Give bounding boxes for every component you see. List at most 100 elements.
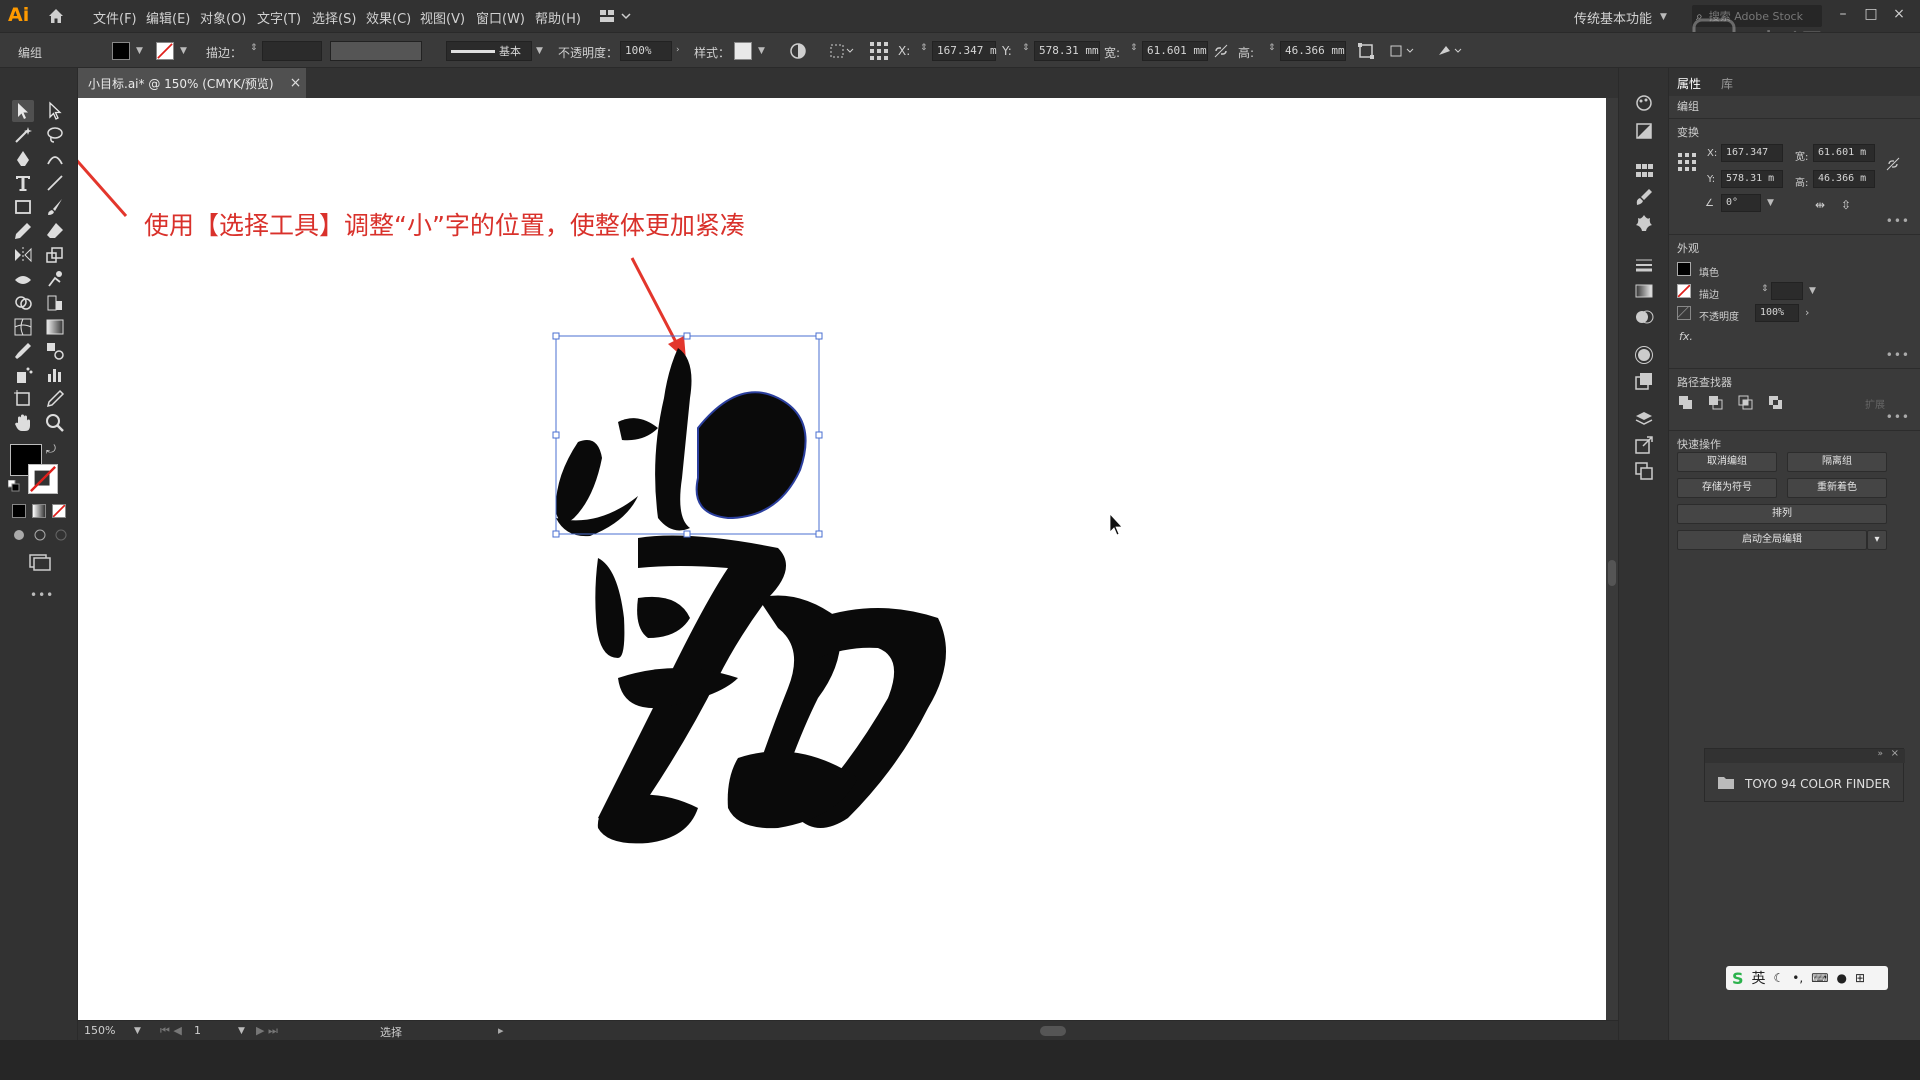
color-panel-icon[interactable] <box>1633 92 1655 114</box>
toolbox-icon[interactable]: ⊞ <box>1855 971 1865 985</box>
transform-icon[interactable] <box>1356 41 1376 61</box>
stroke-swatch[interactable] <box>156 42 174 60</box>
keyboard-icon[interactable]: ⌨ <box>1811 971 1828 985</box>
reflect-tool-icon[interactable] <box>12 244 34 266</box>
none-mode-icon[interactable] <box>52 504 66 518</box>
line-segment-tool-icon[interactable] <box>44 172 66 194</box>
close-tab-icon[interactable]: × <box>290 75 302 91</box>
puppet-warp-tool-icon[interactable] <box>44 268 66 290</box>
flip-vertical-icon[interactable]: ⇳ <box>1841 198 1851 212</box>
close-panel-icon[interactable]: × <box>1891 748 1899 759</box>
calligraphy-character-xiao[interactable] <box>555 348 807 537</box>
rotate-angle-field[interactable]: 0° <box>1721 194 1761 212</box>
more-options-icon[interactable]: ••• <box>1886 410 1910 424</box>
pen-tool-icon[interactable] <box>12 148 34 170</box>
symbol-sprayer-tool-icon[interactable] <box>12 364 34 386</box>
y-input[interactable]: 578.31 mm <box>1034 41 1100 61</box>
stroke-color-swatch[interactable] <box>28 464 58 494</box>
punctuation-icon[interactable]: •, <box>1792 971 1803 985</box>
recolor-button[interactable]: 重新着色 <box>1787 478 1887 498</box>
workspace-switcher[interactable]: 传统基本功能 <box>1574 8 1652 27</box>
constrain-proportions-icon[interactable] <box>1212 42 1230 60</box>
toyo-color-finder-panel[interactable]: » × TOYO 94 COLOR FINDER <box>1704 748 1905 802</box>
selection-tool-icon[interactable] <box>12 100 34 122</box>
stepper-icon[interactable]: ⇕ <box>250 43 258 53</box>
default-fill-stroke-icon[interactable] <box>7 479 20 492</box>
zoom-tool-icon[interactable] <box>44 412 66 434</box>
stepper-icon[interactable]: ⇕ <box>1761 284 1769 294</box>
shape-builder-tool-icon[interactable] <box>12 292 34 314</box>
height-field[interactable]: 46.366 m <box>1813 170 1875 188</box>
transparency-panel-icon[interactable] <box>1633 306 1655 328</box>
chevron-down-icon[interactable]: ▼ <box>1809 286 1816 296</box>
stepper-icon[interactable]: ⇕ <box>920 43 928 53</box>
menu-window[interactable]: 窗口(W) <box>476 8 525 27</box>
gradient-panel-icon[interactable] <box>1633 280 1655 302</box>
width-tool-icon[interactable] <box>12 268 34 290</box>
scale-tool-icon[interactable] <box>44 244 66 266</box>
user-icon[interactable]: ● <box>1837 971 1847 985</box>
home-icon[interactable] <box>46 6 66 26</box>
more-options-icon[interactable]: ••• <box>1886 348 1910 362</box>
vertical-scrollbar[interactable] <box>1606 98 1618 1020</box>
constrain-proportions-icon[interactable] <box>1885 156 1901 172</box>
stroke-panel-icon[interactable] <box>1633 254 1655 276</box>
chevron-down-icon[interactable]: ▼ <box>536 46 543 56</box>
more-options-icon[interactable]: ••• <box>1886 214 1910 228</box>
width-field[interactable]: 61.601 m <box>1813 144 1875 162</box>
stroke-swatch[interactable] <box>1677 284 1691 298</box>
chevron-down-icon[interactable]: ▼ <box>136 46 143 56</box>
stepper-icon[interactable]: ⇕ <box>1130 43 1138 53</box>
isolate-group-icon[interactable] <box>1388 41 1418 61</box>
vertical-scrollbar-thumb[interactable] <box>1608 560 1616 586</box>
gradient-tool-icon[interactable] <box>44 316 66 338</box>
arrange-documents-icon[interactable] <box>598 7 638 25</box>
ungroup-button[interactable]: 取消编组 <box>1677 452 1777 472</box>
color-mode-icon[interactable] <box>12 504 26 518</box>
eraser-tool-icon[interactable] <box>44 220 66 242</box>
mesh-tool-icon[interactable] <box>12 316 34 338</box>
chevron-right-icon[interactable]: › <box>1805 306 1809 319</box>
tab-library[interactable]: 库 <box>1721 75 1733 92</box>
chevron-down-icon[interactable]: ▼ <box>1767 198 1774 208</box>
menu-object[interactable]: 对象(O) <box>200 8 246 27</box>
lasso-tool-icon[interactable] <box>44 124 66 146</box>
curvature-tool-icon[interactable] <box>44 148 66 170</box>
fill-swatch[interactable] <box>1677 262 1691 276</box>
fx-effects-button[interactable]: fx. <box>1679 330 1693 343</box>
brush-definition[interactable]: 基本 <box>446 41 532 61</box>
direct-selection-tool-icon[interactable] <box>44 100 66 122</box>
swatches-panel-icon[interactable] <box>1633 160 1655 182</box>
variable-width-profile[interactable] <box>330 41 422 61</box>
recolor-artwork-icon[interactable] <box>788 41 808 61</box>
swap-fill-stroke-icon[interactable]: ⤾ <box>46 442 60 456</box>
asset-export-panel-icon[interactable] <box>1633 434 1655 456</box>
blend-tool-icon[interactable] <box>44 340 66 362</box>
collapse-panel-icon[interactable]: » <box>1877 749 1883 759</box>
x-position-field[interactable]: 167.347 <box>1721 144 1783 162</box>
appearance-panel-icon[interactable] <box>1633 344 1655 366</box>
pencil-tool-icon[interactable] <box>12 220 34 242</box>
type-tool-icon[interactable] <box>12 172 34 194</box>
opacity-field[interactable]: 100% <box>1755 304 1799 322</box>
height-input[interactable]: 46.366 mm <box>1280 41 1346 61</box>
layers-panel-icon[interactable] <box>1633 408 1655 430</box>
menu-effect[interactable]: 效果(C) <box>366 8 411 27</box>
rectangle-tool-icon[interactable] <box>12 196 34 218</box>
magic-wand-tool-icon[interactable] <box>12 124 34 146</box>
column-graph-tool-icon[interactable] <box>44 364 66 386</box>
y-position-field[interactable]: 578.31 m <box>1721 170 1783 188</box>
reference-point-icon[interactable] <box>1677 152 1697 172</box>
chevron-down-icon[interactable]: ▼ <box>1660 12 1667 22</box>
flip-horizontal-icon[interactable]: ⇹ <box>1815 198 1825 212</box>
artboards-panel-icon[interactable] <box>1633 460 1655 482</box>
start-global-edit-button[interactable]: 启动全局编辑 <box>1677 530 1867 550</box>
menu-type[interactable]: 文字(T) <box>257 8 301 27</box>
artboard-nav-last-icon[interactable]: ▶ ⏭ <box>256 1024 278 1038</box>
panel-options-icon[interactable] <box>1436 41 1466 61</box>
drawing-modes-icon[interactable] <box>12 528 68 542</box>
graphic-style-swatch[interactable] <box>734 42 752 60</box>
fill-swatch[interactable] <box>112 42 130 60</box>
symbols-panel-icon[interactable] <box>1633 212 1655 234</box>
zoom-level[interactable]: 150% <box>84 1024 115 1037</box>
